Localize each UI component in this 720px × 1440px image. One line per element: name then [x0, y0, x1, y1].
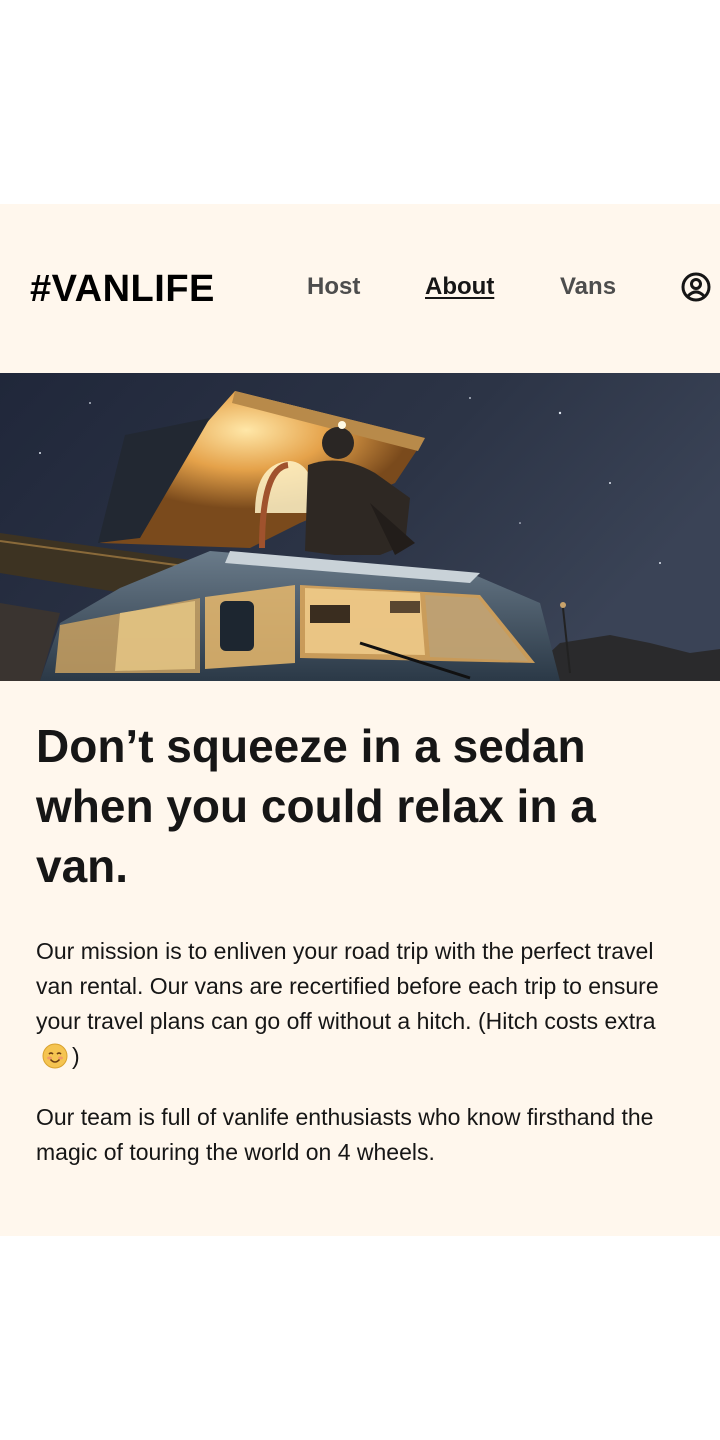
about-content: Don’t squeeze in a sedan when you could … — [36, 716, 686, 1170]
profile-button[interactable] — [680, 271, 712, 303]
nav-about-link[interactable]: About — [425, 273, 494, 301]
mission-text: Our mission is to enliven your road trip… — [36, 938, 659, 1034]
mission-paragraph: Our mission is to enliven your road trip… — [36, 934, 686, 1074]
user-circle-icon — [681, 272, 711, 302]
nav-vans-link[interactable]: Vans — [560, 273, 616, 301]
team-paragraph: Our team is full of vanlife enthusiasts … — [36, 1104, 654, 1165]
nav-host-link[interactable]: Host — [307, 273, 360, 301]
page-container: #VANLIFE Host About Vans Don’t squeeze i… — [0, 204, 720, 1236]
smiling-face-emoji-icon — [42, 1043, 68, 1069]
hero-image — [0, 373, 720, 681]
mission-close-paren: ) — [72, 1043, 80, 1069]
page-title: Don’t squeeze in a sedan when you could … — [36, 720, 596, 892]
van-at-night-photo — [0, 373, 720, 681]
logo-link[interactable]: #VANLIFE — [30, 268, 215, 311]
site-header: #VANLIFE Host About Vans — [0, 204, 720, 373]
